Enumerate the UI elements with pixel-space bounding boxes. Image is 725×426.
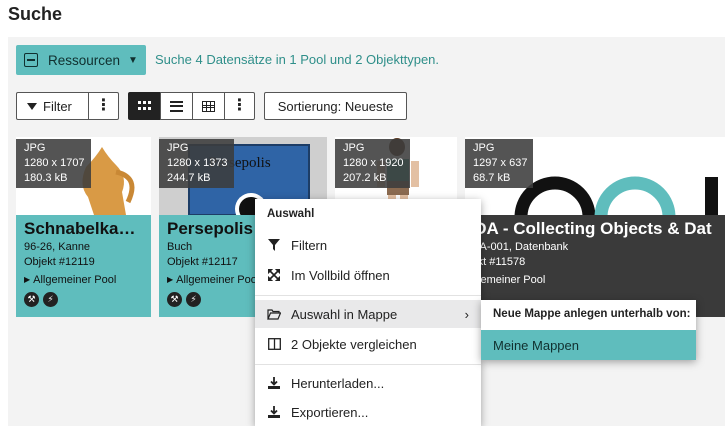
menu-item-export[interactable]: Exportieren... [255, 398, 481, 426]
filter-button[interactable]: Filter [16, 92, 89, 120]
resources-label: Ressourcen [48, 52, 121, 68]
grid-view-button[interactable] [128, 92, 161, 120]
sort-button[interactable]: Sortierung: Neueste [264, 92, 407, 120]
result-card[interactable]: JPG 1297 x 637 68.7 kB ODA - Collecting Ob… [465, 137, 725, 317]
menu-header: Auswahl [267, 208, 315, 220]
selection-context-menu: Auswahl Filtern Im Vollbild öffnen Auswa… [255, 199, 481, 426]
file-meta: JPG 1280 x 1373 244.7 kB [159, 139, 234, 188]
download-icon [267, 377, 281, 389]
grid-icon [138, 100, 151, 112]
kebab-icon: ⋮ [95, 97, 112, 114]
submenu-item-my-folders[interactable]: Meine Mappen [481, 330, 696, 360]
submenu-header: Neue Mappe anlegen unterhalb von: [493, 308, 691, 320]
hammer-icon[interactable]: ⚒ [167, 292, 182, 307]
expand-icon [267, 269, 281, 281]
card-pool: Allgemeiner Pool [24, 274, 116, 286]
menu-item-fullscreen[interactable]: Im Vollbild öffnen [255, 261, 481, 289]
file-meta: JPG 1297 x 637 68.7 kB [465, 139, 534, 188]
filter-label: Filter [43, 98, 72, 114]
chevron-right-icon: › [464, 306, 469, 322]
folder-submenu: Neue Mappe anlegen unterhalb von: Meine … [481, 300, 696, 360]
menu-item-compare[interactable]: 2 Objekte vergleichen [255, 330, 481, 358]
page-title: Suche [8, 4, 63, 24]
card-object-id: Objekt #12119 [24, 256, 95, 268]
result-card[interactable]: JPG 1280 x 1707 180.3 kB Schnabelka… 96-26… [16, 137, 151, 317]
bolt-icon[interactable]: ⚡ [43, 292, 58, 307]
hammer-icon[interactable]: ⚒ [24, 292, 39, 307]
card-title: Persepolis - [167, 219, 264, 238]
list-icon [170, 100, 183, 112]
table-view-button[interactable] [192, 92, 225, 120]
funnel-icon [267, 239, 281, 251]
menu-item-add-to-folder[interactable]: Auswahl in Mappe › [255, 300, 481, 328]
table-icon [202, 100, 215, 112]
file-meta: JPG 1280 x 1920 207.2 kB [335, 139, 410, 188]
card-title: Schnabelka… [24, 219, 136, 238]
menu-item-download[interactable]: Herunterladen... [255, 369, 481, 397]
card-subtitle: Buch [167, 241, 193, 253]
card-pool: Allgemeiner Poo [167, 274, 257, 286]
file-meta: JPG 1280 x 1707 180.3 kB [16, 139, 91, 188]
search-info: Suche 4 Datensätze in 1 Pool und 2 Objek… [155, 52, 440, 67]
card-object-id: Objekt #12117 [167, 256, 238, 268]
list-view-button[interactable] [160, 92, 193, 120]
view-options-button[interactable]: ⋮ [224, 92, 255, 120]
card-title: ODA - Collecting Objects & Dat [465, 219, 712, 238]
menu-item-filter[interactable]: Filtern [255, 231, 481, 259]
compare-columns-icon [267, 338, 281, 350]
folder-open-icon [267, 308, 281, 320]
kebab-icon: ⋮ [231, 97, 248, 114]
bolt-icon[interactable]: ⚡ [186, 292, 201, 307]
filter-options-button[interactable]: ⋮ [88, 92, 119, 120]
card-subtitle: 96-26, Kanne [24, 241, 91, 253]
collapse-icon[interactable] [24, 53, 38, 67]
funnel-icon [27, 102, 37, 110]
chevron-down-icon: ▼ [128, 54, 138, 66]
resources-dropdown[interactable]: Ressourcen ▼ [16, 45, 146, 75]
export-icon [267, 406, 281, 418]
